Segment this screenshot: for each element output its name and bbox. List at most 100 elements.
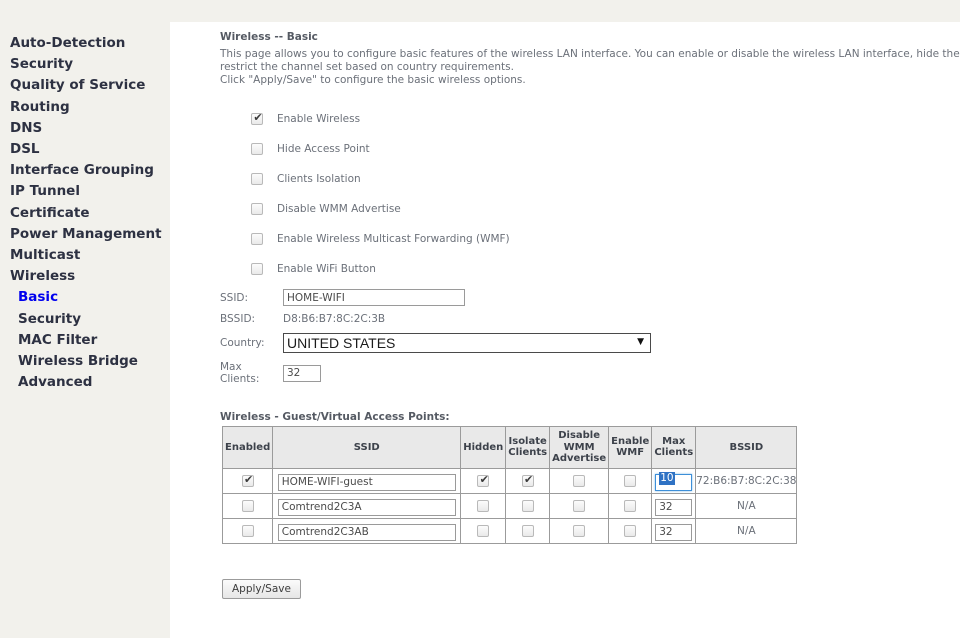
description-line-3: Click "Apply/Save" to configure the basi… [220, 74, 526, 87]
bssid-value: D8:B6:B7:8C:2C:3B [283, 313, 386, 325]
header-isolate-clients: Isolate Clients [505, 426, 551, 469]
row-max-clients-input[interactable] [655, 498, 693, 516]
sidebar-item-auto-detection[interactable]: Auto-Detection [0, 33, 170, 54]
row-max-clients-input[interactable] [655, 523, 693, 541]
row-disable-wmm-checkbox[interactable] [573, 499, 586, 512]
sidebar-item-wireless[interactable]: Wireless [0, 266, 170, 287]
row-ssid-cell [272, 467, 462, 494]
header-enable-wmf: Enable WMF [608, 426, 653, 469]
header-max-line1: Max [662, 435, 686, 447]
max-clients-row: Max Clients: [220, 361, 321, 385]
row-hidden-checkbox[interactable] [477, 499, 490, 512]
option-row: Clients Isolation [220, 164, 510, 194]
row-ssid-input[interactable] [277, 473, 456, 491]
table-row: 1072:B6:B7:8C:2C:38 [221, 467, 798, 494]
row-enabled-checkbox[interactable] [241, 473, 255, 487]
ssid-row: SSID: [220, 289, 465, 306]
guest-ap-table-title: Wireless - Guest/Virtual Access Points: [220, 411, 450, 423]
option-label: Hide Access Point [277, 143, 370, 155]
checkbox-enable-wireless-multicast-forwarding-wmf-[interactable] [251, 233, 263, 245]
ssid-input[interactable] [283, 289, 465, 306]
option-row: Enable Wireless [220, 104, 510, 134]
max-clients-input[interactable] [283, 364, 321, 382]
row-hidden-checkbox[interactable] [477, 473, 490, 487]
option-label: Enable WiFi Button [277, 263, 376, 275]
row-max-clients-cell [651, 492, 697, 519]
header-wmm-line2: WMM [563, 441, 595, 453]
checkbox-disable-wmm-advertise[interactable] [251, 203, 263, 215]
sidebar-item-mac-filter[interactable]: MAC Filter [0, 330, 170, 351]
row-enabled-checkbox[interactable] [241, 499, 254, 512]
sidebar-item-security[interactable]: Security [0, 309, 170, 330]
max-clients-label: Max Clients: [220, 361, 260, 385]
row-enabled-cell [221, 492, 274, 519]
sidebar-item-certificate[interactable]: Certificate [0, 203, 170, 224]
header-enabled: Enabled [221, 426, 274, 469]
option-label: Enable Wireless [277, 113, 361, 125]
country-select[interactable]: UNITED STATES [283, 333, 651, 353]
header-wmm-line1: Disable [558, 430, 601, 441]
table-row: N/A [221, 517, 798, 544]
sidebar-item-interface-grouping[interactable]: Interface Grouping [0, 160, 170, 181]
checkbox-enable-wireless[interactable] [251, 111, 264, 125]
header-disable-wmm-advertise: Disable WMM Advertise [549, 426, 610, 469]
wireless-options-list: Enable Wireless Hide Access Point Clients … [220, 104, 510, 284]
description-line-1: This page allows you to configure basic … [220, 48, 960, 60]
row-enable-wmf-checkbox[interactable] [624, 499, 637, 512]
sidebar-item-wireless-bridge[interactable]: Wireless Bridge [0, 351, 170, 372]
row-isolate-clients-checkbox[interactable] [521, 473, 535, 487]
header-wmf-line1: Enable [611, 435, 650, 447]
row-enable-wmf-cell [608, 467, 653, 494]
row-isolate-clients-cell [505, 492, 551, 519]
row-enable-wmf-cell [608, 492, 653, 519]
row-hidden-cell [460, 467, 507, 494]
table-header-row: Enabled SSID Hidden Isolate Clients Disa… [221, 426, 798, 469]
guest-ap-table: Enabled SSID Hidden Isolate Clients Disa… [221, 426, 798, 544]
header-isolate-line2: Clients [508, 447, 548, 459]
row-ssid-input[interactable] [277, 498, 456, 516]
router-admin-page: Auto-Detection Security Quality of Service… [0, 0, 960, 640]
row-disable-wmm-checkbox[interactable] [573, 524, 586, 537]
row-ssid-cell [272, 492, 462, 519]
row-disable-wmm-cell [549, 492, 610, 519]
bssid-label: BSSID: [220, 313, 256, 325]
sidebar-item-multicast[interactable]: Multicast [0, 245, 170, 266]
row-enable-wmf-checkbox[interactable] [624, 524, 637, 537]
row-enabled-checkbox[interactable] [241, 524, 254, 537]
checkbox-enable-wifi-button[interactable] [251, 263, 263, 275]
row-isolate-clients-checkbox[interactable] [521, 524, 534, 537]
ssid-label: SSID: [220, 291, 249, 304]
sidebar-item-security[interactable]: Security [0, 54, 170, 75]
sidebar-item-dns[interactable]: DNS [0, 118, 170, 139]
sidebar-item-advanced[interactable]: Advanced [0, 372, 170, 393]
row-max-clients-wrapper [655, 520, 693, 541]
apply-save-button[interactable]: Apply/Save [222, 579, 301, 599]
header-isolate-line1: Isolate [508, 435, 547, 447]
option-row: Enable WiFi Button [220, 254, 510, 284]
row-disable-wmm-cell [549, 467, 610, 494]
row-max-clients-input[interactable] [655, 473, 693, 491]
row-disable-wmm-checkbox[interactable] [573, 474, 586, 487]
sidebar-item-power-management[interactable]: Power Management [0, 224, 170, 245]
sidebar-item-quality-of-service[interactable]: Quality of Service [0, 75, 170, 96]
sidebar-item-dsl[interactable]: DSL [0, 139, 170, 160]
row-ssid-input[interactable] [277, 523, 456, 541]
sidebar-item-routing[interactable]: Routing [0, 97, 170, 118]
row-max-clients-wrapper [655, 495, 693, 516]
sidebar-item-ip-tunnel[interactable]: IP Tunnel [0, 181, 170, 202]
row-isolate-clients-checkbox[interactable] [521, 499, 534, 512]
checkbox-hide-access-point[interactable] [251, 143, 263, 155]
row-hidden-checkbox[interactable] [477, 524, 490, 537]
row-bssid-value: N/A [695, 517, 798, 544]
page-title: Wireless -- Basic [220, 31, 318, 43]
option-row: Enable Wireless Multicast Forwarding (WM… [220, 224, 510, 254]
sidebar-item-basic[interactable]: Basic [0, 287, 170, 308]
row-enable-wmf-cell [608, 517, 653, 544]
page-description: This page allows you to configure basic … [220, 48, 960, 88]
description-line-2: restrict the channel set based on countr… [220, 61, 514, 74]
sidebar-navigation: Auto-Detection Security Quality of Service… [0, 0, 170, 638]
header-max-clients: Max Clients [651, 426, 697, 469]
row-enable-wmf-checkbox[interactable] [624, 474, 637, 487]
checkbox-clients-isolation[interactable] [251, 173, 263, 185]
row-enabled-cell [221, 467, 274, 494]
